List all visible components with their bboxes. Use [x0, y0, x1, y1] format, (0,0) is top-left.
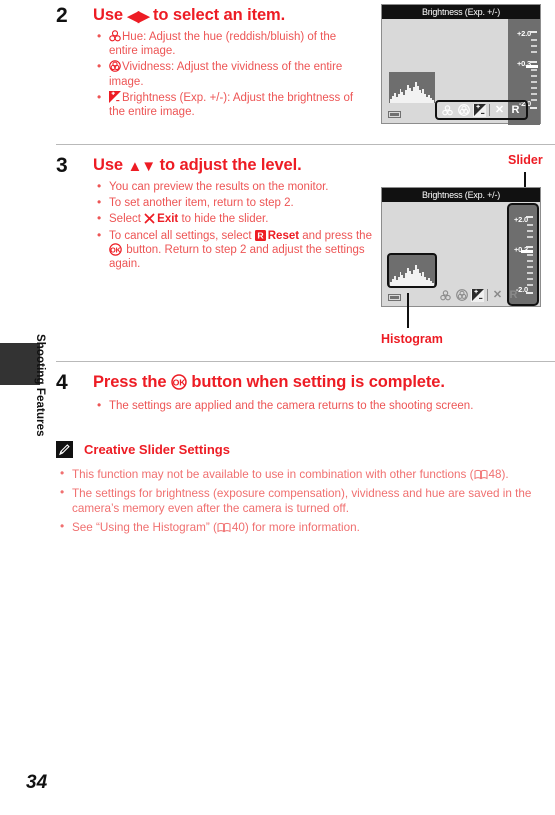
hue-icon	[109, 30, 121, 42]
step-3-reset-bold: Reset	[267, 229, 300, 242]
slider-knob[interactable]	[526, 65, 538, 68]
step-4-title: Press the OK button when setting is comp…	[93, 373, 445, 392]
note-bullets: This function may not be available to us…	[59, 466, 555, 538]
note-bullet-combination: This function may not be available to us…	[59, 466, 555, 483]
toolbar2-divider	[487, 289, 488, 301]
pencil-note-icon	[56, 441, 73, 458]
up-down-arrows-icon: ▲▼	[127, 158, 156, 175]
step-3-bullet-reset: To cancel all settings, select RReset an…	[96, 228, 384, 272]
histogram	[389, 72, 435, 103]
toolbar2-vividness-icon[interactable]	[455, 289, 468, 302]
step-3-exit-pre: Select	[109, 213, 145, 226]
step-4-bullet-applied: The settings are applied and the camera …	[96, 398, 555, 413]
note-bullet-3-post: ) for more information.	[244, 520, 360, 534]
toolbar-reset-icon[interactable]: R	[509, 104, 522, 117]
toolbar-brightness-icon[interactable]	[473, 103, 486, 117]
step-3-reset-post: and press the	[299, 229, 372, 242]
reset-icon: R	[254, 229, 267, 242]
step-3-bullets: You can preview the results on the monit…	[96, 179, 384, 273]
step-2-number: 2	[56, 4, 68, 27]
vividness-icon	[109, 60, 121, 73]
note-bullet-3-ref: 40	[231, 520, 245, 534]
slider2-tick-marks	[526, 213, 533, 295]
brightness-icon	[109, 90, 121, 103]
step-3-title: Use ▲▼ to adjust the level.	[93, 156, 302, 175]
camera-screen-2-body: +2.0 +0.3 -2.0	[382, 202, 540, 306]
slider2-knob[interactable]	[521, 250, 533, 253]
note-bullet-1-pre: This function may not be available to us…	[72, 468, 474, 481]
manual-page: Shooting Features 34 2 Use ◀▶ to select …	[0, 0, 555, 815]
histogram-bars	[390, 75, 434, 103]
slider-top-label: +2.0	[516, 29, 531, 38]
toolbar-hue-icon[interactable]	[441, 104, 454, 117]
battery-icon-2	[388, 294, 401, 301]
step-3-title-pre: Use	[93, 156, 128, 174]
step-2-bullets: Hue: Adjust the hue (reddish/bluish) of …	[96, 29, 354, 121]
step-2-bullet-hue-text: Hue: Adjust the hue (reddish/bluish) of …	[109, 31, 337, 58]
toolbar-exit-icon[interactable]: ✕	[493, 104, 506, 117]
step-3-reset-pre: To cancel all settings, select	[109, 229, 255, 242]
note-bullet-histogram-ref: See “Using the Histogram” ( 40) for more …	[59, 519, 555, 536]
step-4-title-pre: Press the	[93, 373, 171, 391]
camera-screen-2-title: Brightness (Exp. +/-)	[382, 188, 540, 202]
step-2-title: Use ◀▶ to select an item.	[93, 6, 285, 25]
step-2-bullet-brightness-text: Brightness (Exp. +/-): Adjust the bright…	[109, 91, 354, 119]
content-column: 2 Use ◀▶ to select an item. Hue: Adjust …	[56, 0, 555, 815]
page-number: 34	[26, 772, 48, 793]
camera-screen-1-title: Brightness (Exp. +/-)	[382, 5, 540, 19]
svg-text:OK: OK	[110, 247, 121, 254]
step-2-title-post: to select an item.	[148, 6, 286, 24]
callout-histogram-label: Histogram	[381, 332, 443, 346]
note-bullet-1-post: ).	[501, 468, 509, 481]
histogram2-bars	[390, 258, 434, 286]
step-2-bullet-hue: Hue: Adjust the hue (reddish/bluish) of …	[96, 29, 354, 58]
step-3-number: 3	[56, 154, 68, 177]
toolbar2-reset-icon[interactable]: R	[507, 289, 520, 302]
step-2-bullet-brightness: Brightness (Exp. +/-): Adjust the bright…	[96, 90, 354, 119]
svg-text:OK: OK	[172, 378, 186, 388]
left-right-arrows-icon: ◀▶	[127, 8, 149, 25]
battery-icon	[388, 111, 401, 118]
toolbar2-exit-icon[interactable]: ✕	[491, 289, 504, 302]
svg-text:R: R	[257, 230, 264, 240]
step-4-title-post: button when setting is complete.	[186, 373, 445, 391]
step-4-bullets: The settings are applied and the camera …	[96, 398, 555, 415]
ok-button-icon: OK	[171, 374, 187, 390]
step-3-title-post: to adjust the level.	[155, 156, 302, 174]
toolbar2-hue-icon[interactable]	[439, 289, 452, 302]
exit-icon	[144, 213, 156, 225]
step-3-bullet-another-item: To set another item, return to step 2.	[96, 195, 384, 210]
step-3-bullet-exit: Select Exit to hide the slider.	[96, 211, 384, 226]
step-3-exit-bold: Exit	[157, 213, 179, 226]
book-icon	[217, 522, 231, 534]
step-2-bullet-vividness-text: Vividness: Adjust the vividness of the e…	[109, 61, 343, 88]
section-divider-1	[56, 144, 555, 145]
callout-histogram-line	[407, 293, 409, 328]
camera-screen-brightness-1: Brightness (Exp. +/-) +2.0 +0.3 -2.0 ✕ R	[381, 4, 541, 125]
creative-slider-toolbar[interactable]: ✕ R	[435, 100, 528, 120]
toolbar-vividness-icon[interactable]	[457, 104, 470, 117]
step-2-bullet-vividness: Vividness: Adjust the vividness of the e…	[96, 59, 354, 88]
note-title: Creative Slider Settings	[84, 442, 230, 457]
note-bullet-1-ref: 48	[488, 468, 502, 481]
toolbar2-brightness-icon[interactable]	[471, 288, 484, 302]
callout-slider-label: Slider	[508, 153, 543, 167]
book-icon	[474, 469, 488, 481]
chapter-label: Shooting Features	[34, 334, 46, 437]
histogram-highlighted	[387, 253, 437, 288]
step-2-title-pre: Use	[93, 6, 128, 24]
note-bullet-3-pre: See “Using the Histogram” (	[72, 520, 217, 534]
creative-slider-toolbar-2[interactable]: ✕ R	[435, 287, 524, 303]
camera-screen-1-body: +2.0 +0.3 -2.0 ✕ R	[382, 19, 540, 125]
note-bullet-saved-settings: The settings for brightness (exposure co…	[59, 485, 555, 517]
step-3-reset-end: button. Return to step 2 and adjust the …	[109, 243, 365, 271]
step-3-bullet-preview: You can preview the results on the monit…	[96, 179, 384, 194]
step-3-exit-post: to hide the slider.	[178, 213, 269, 226]
camera-screen-brightness-2: Brightness (Exp. +/-) +2.0 +0.3 -2.0	[381, 187, 541, 307]
section-divider-2	[56, 361, 555, 362]
toolbar-divider	[489, 104, 490, 116]
slider-tick-marks	[530, 28, 537, 110]
ok-button-icon: OK	[109, 243, 123, 257]
step-4-number: 4	[56, 371, 68, 394]
